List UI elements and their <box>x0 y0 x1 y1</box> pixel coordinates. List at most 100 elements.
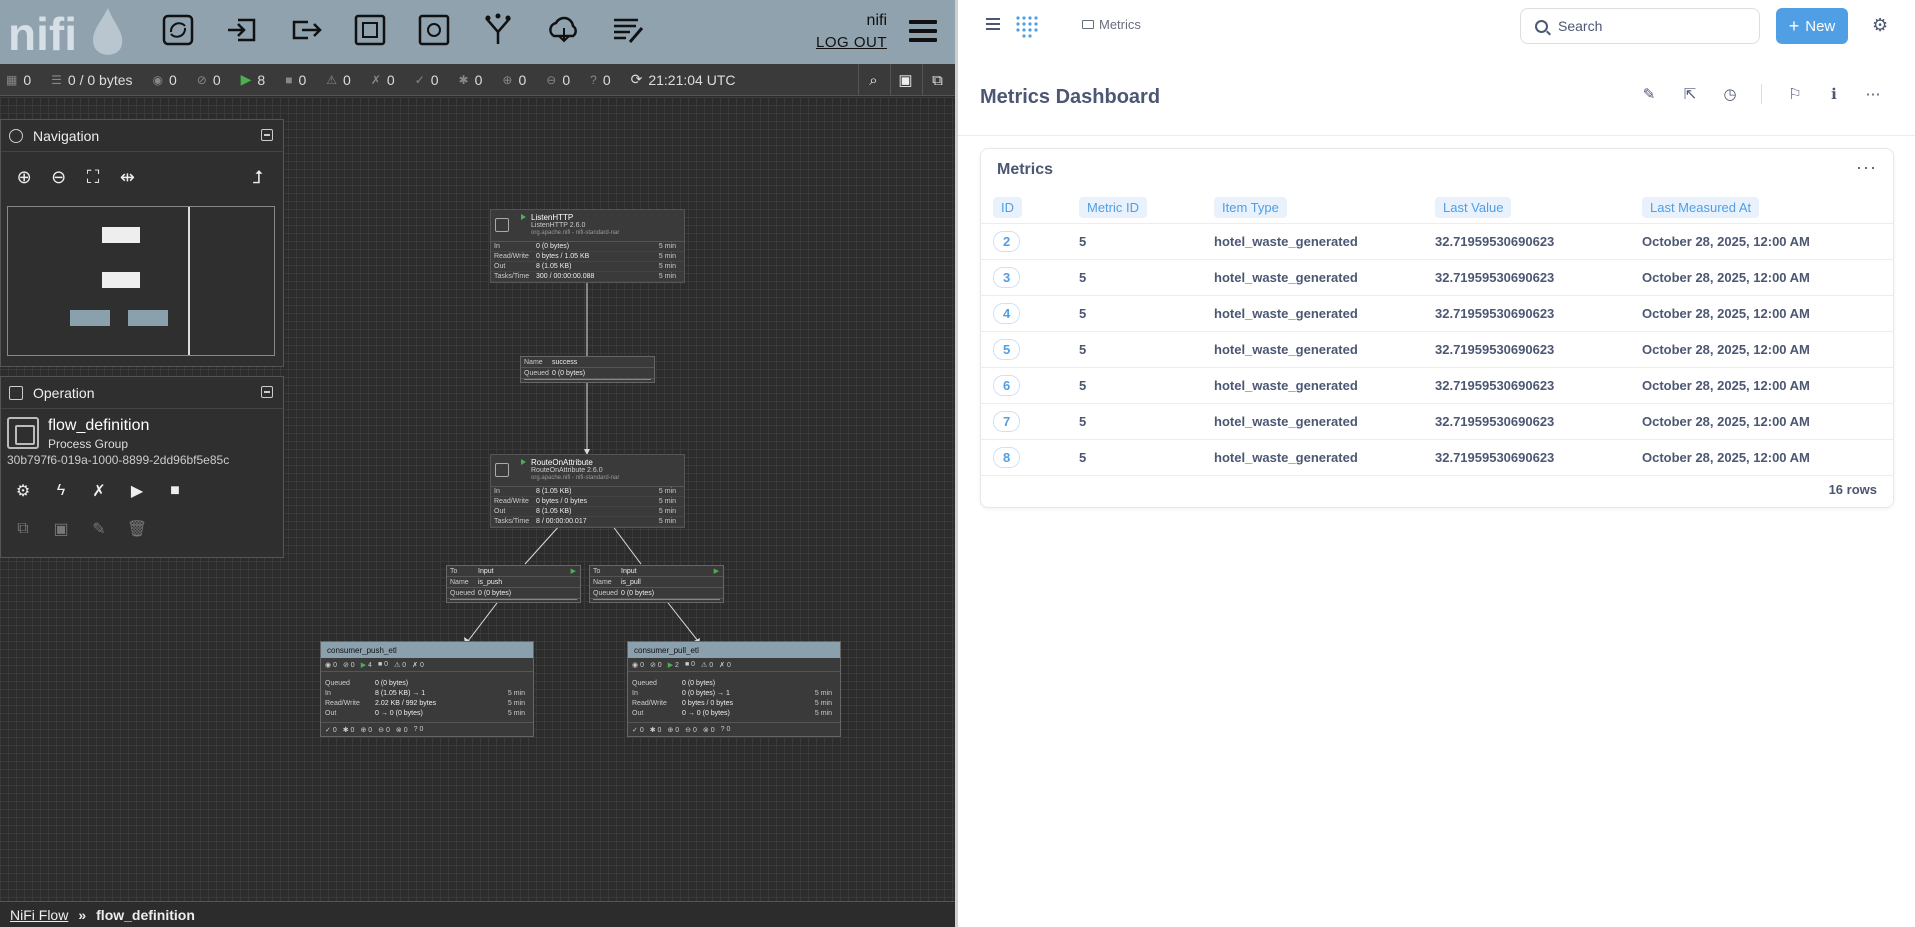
process-group-icon[interactable] <box>350 10 390 50</box>
share-icon[interactable]: ⇱ <box>1680 84 1700 104</box>
column-header[interactable]: Metric ID <box>1079 193 1214 224</box>
disable-icon[interactable]: ✗ <box>87 479 111 503</box>
global-menu-icon[interactable] <box>909 20 937 42</box>
sidebar-toggle-icon[interactable] <box>986 18 1000 33</box>
zoom-in-icon[interactable]: ⊕ <box>15 166 33 188</box>
selected-component-name: flow_definition <box>48 417 150 434</box>
copy-icon[interactable]: ⧉ <box>11 517 35 541</box>
dashboard-title[interactable]: Metrics Dashboard <box>980 86 1160 109</box>
stop-icon[interactable]: ■ <box>163 479 187 503</box>
output-port-icon[interactable] <box>286 10 326 50</box>
processor-listenhttp[interactable]: ListenHTTP ListenHTTP 2.6.0 org.apache.n… <box>490 209 685 283</box>
enable-icon[interactable]: ϟ <box>49 479 73 503</box>
start-icon[interactable]: ▶ <box>125 479 149 503</box>
search-icon[interactable]: ⌕ <box>858 64 888 96</box>
birdseye-viewport[interactable] <box>8 207 190 355</box>
breadcrumb: NiFi Flow » flow_definition <box>0 901 955 927</box>
connection-is-pull[interactable]: To Input ▶ Name is_pull Queued 0 (0 bytes) <box>589 565 724 603</box>
column-header[interactable]: Last Measured At <box>1642 193 1893 224</box>
processor-name: ListenHTTP <box>531 213 574 222</box>
breadcrumb-root[interactable]: NiFi Flow <box>10 907 68 923</box>
input-port-icon[interactable] <box>222 10 262 50</box>
new-window-icon[interactable]: ⧉ <box>922 64 952 96</box>
locally-modified-icon: ✱ <box>458 72 469 87</box>
processor-routeonattribute[interactable]: RouteOnAttribute RouteOnAttribute 2.6.0 … <box>490 454 685 528</box>
nifi-header: nifi nifi LOG OUT <box>0 0 955 64</box>
new-button[interactable]: + New <box>1776 8 1848 44</box>
collection-breadcrumb[interactable]: Metrics <box>1082 17 1141 32</box>
status-invalid: ⚠ 0 <box>326 71 351 88</box>
delete-icon[interactable]: 🗑 <box>125 517 149 541</box>
birdseye-view[interactable] <box>7 206 275 356</box>
stat-row: In 8 (1.05 KB) 5 min <box>491 487 684 497</box>
color-icon[interactable]: ✎ <box>87 517 111 541</box>
running-icon <box>521 214 526 220</box>
template-icon[interactable] <box>544 10 584 50</box>
hand-pointer-icon <box>9 385 23 400</box>
process-group-name: consumer_pull_etl <box>628 642 840 658</box>
metabase-logo[interactable] <box>1014 14 1042 38</box>
info-icon[interactable]: ℹ <box>1824 84 1844 104</box>
processor-name: RouteOnAttribute <box>531 458 593 467</box>
nifi-logo: nifi <box>8 8 123 60</box>
refresh-icon[interactable]: ⟳ <box>631 71 643 88</box>
bulletin-icon[interactable]: ▣ <box>890 64 920 96</box>
leave-group-icon[interactable]: ⮥ <box>249 166 267 188</box>
new-button-label: New <box>1805 17 1836 35</box>
port-icon: ▶ <box>570 568 576 575</box>
collapse-icon[interactable] <box>261 386 273 398</box>
search-input[interactable]: Search <box>1520 8 1760 44</box>
invalid-icon: ⚠ <box>326 72 338 87</box>
stopped-icon: ■ <box>285 72 293 87</box>
fit-icon[interactable]: ⛶ <box>84 166 102 188</box>
label-icon[interactable] <box>608 10 648 50</box>
actual-size-icon[interactable]: ⇹ <box>118 166 136 188</box>
navigation-panel: Navigation ⊕ ⊖ ⛶ ⇹ ⮥ <box>0 119 284 367</box>
clock-icon[interactable]: ◷ <box>1720 84 1740 104</box>
process-group-consumer-push-etl[interactable]: consumer_push_etl ◉ 0 ⊘ 0 ▶ 4 ■ 0 ⚠ 0 ✗ … <box>320 641 534 737</box>
process-group-consumer-pull-etl[interactable]: consumer_pull_etl ◉ 0 ⊘ 0 ▶ 2 ■ 0 ⚠ 0 ✗ … <box>627 641 841 737</box>
status-sync-failure: ⊖ 0 <box>546 71 571 88</box>
search-placeholder: Search <box>1558 18 1603 34</box>
logout-link[interactable]: LOG OUT <box>816 34 887 51</box>
process-group-version-stats: ✓ 0 ✱ 0 ⊕ 0 ⊖ 0 ⊗ 0 ? 0 <box>321 722 533 736</box>
queue-icon: ☰ <box>51 72 62 87</box>
column-header[interactable]: Item Type <box>1214 193 1435 224</box>
birdseye-group <box>128 310 168 326</box>
row-count: 16 rows <box>1828 482 1877 497</box>
remote-process-group-icon[interactable] <box>414 10 454 50</box>
column-header[interactable]: ID <box>981 193 1079 224</box>
processor-icon <box>495 218 509 232</box>
group-icon[interactable]: ▣ <box>49 517 73 541</box>
dashcard-metrics: Metrics ··· ID Metric ID Item Type Last … <box>980 148 1894 508</box>
funnel-icon[interactable] <box>478 10 518 50</box>
configure-icon[interactable]: ⚙ <box>11 479 35 503</box>
settings-gear-icon[interactable]: ⚙ <box>1872 15 1892 35</box>
process-group-stats: ◉ 0 ⊘ 0 ▶ 4 ■ 0 ⚠ 0 ✗ 0 <box>321 658 533 672</box>
table-row: 6 5 hotel_waste_generated 32.71959530690… <box>981 367 1893 404</box>
stat-row: Read/Write 0 bytes / 1.05 KB 5 min <box>491 252 684 262</box>
connection-success[interactable]: Name success Queued 0 (0 bytes) <box>520 356 655 383</box>
table-row: 2 5 hotel_waste_generated 32.71959530690… <box>981 223 1893 260</box>
status-stopped: ■ 0 <box>285 71 307 88</box>
status-queued: ☰ 0 / 0 bytes <box>51 71 133 88</box>
table-row: 5 5 hotel_waste_generated 32.71959530690… <box>981 331 1893 368</box>
search-icon <box>1535 19 1548 33</box>
plus-icon: + <box>1788 15 1800 36</box>
column-header[interactable]: Last Value <box>1435 193 1642 224</box>
edit-pencil-icon[interactable]: ✎ <box>1639 84 1659 104</box>
bookmark-icon[interactable]: ⚐ <box>1785 84 1805 104</box>
collection-name: Metrics <box>1099 17 1141 32</box>
card-title[interactable]: Metrics <box>997 161 1053 179</box>
stat-row: Tasks/Time 8 / 00:00:00.017 5 min <box>491 517 684 527</box>
processor-icon[interactable] <box>158 10 198 50</box>
compass-icon <box>9 128 23 143</box>
collapse-icon[interactable] <box>261 129 273 141</box>
status-not-transmitting: ⊘ 0 <box>196 71 221 88</box>
zoom-out-icon[interactable]: ⊖ <box>49 166 67 188</box>
stat-row: In 0 (0 bytes) 5 min <box>491 242 684 252</box>
card-more-icon[interactable]: ··· <box>1856 157 1877 178</box>
more-options-icon[interactable]: ⋯ <box>1863 84 1883 104</box>
connection-is-push[interactable]: To Input ▶ Name is_push Queued 0 (0 bytes) <box>446 565 581 603</box>
operation-title: Operation <box>33 384 95 401</box>
